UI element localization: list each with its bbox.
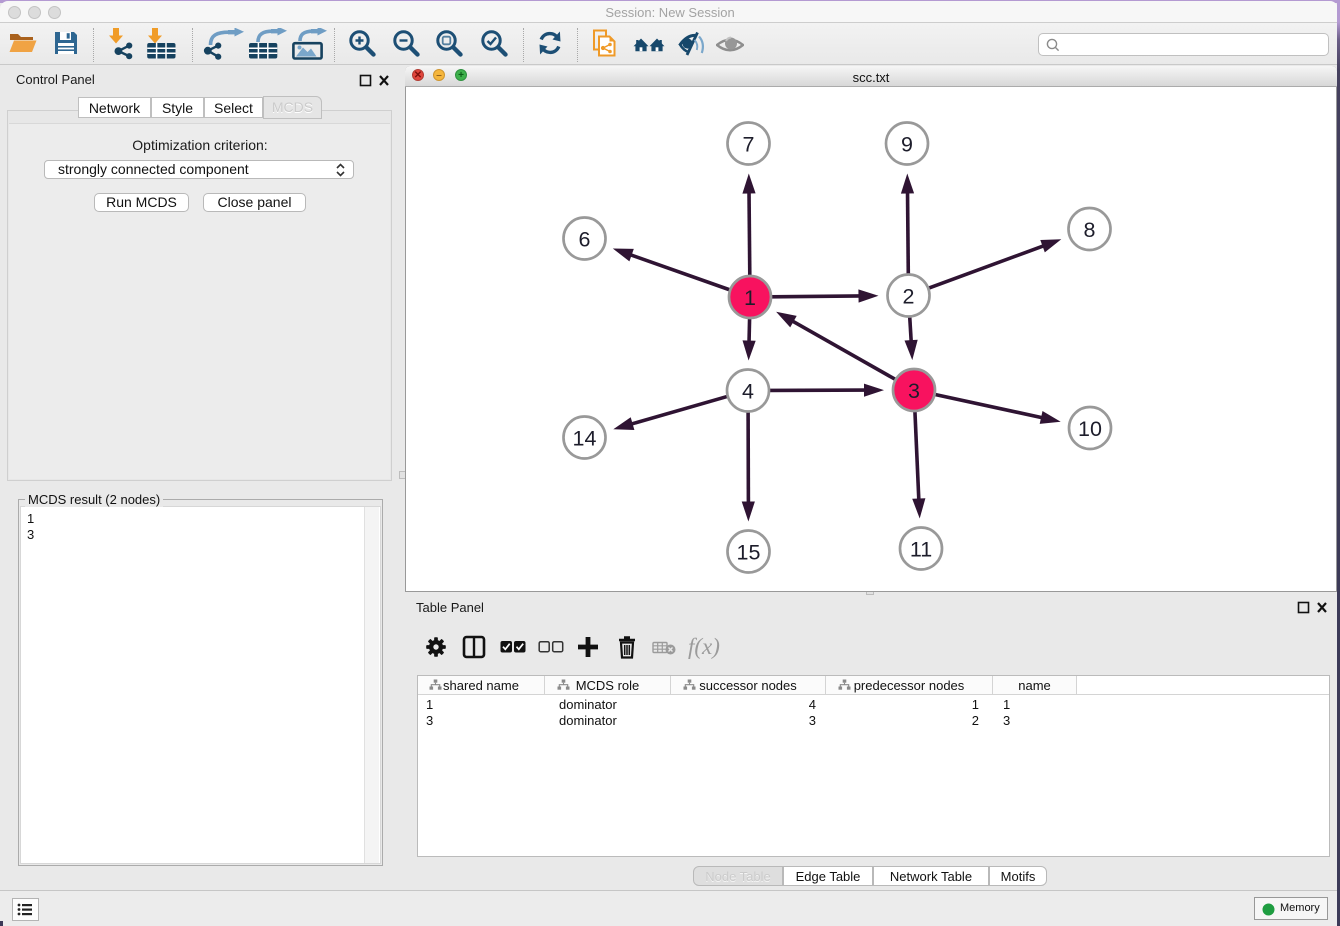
svg-text:10: 10 [1078, 417, 1102, 441]
svg-text:1: 1 [744, 286, 756, 310]
svg-text:14: 14 [573, 427, 597, 451]
svg-text:6: 6 [579, 228, 591, 252]
svg-text:9: 9 [901, 133, 913, 157]
svg-text:2: 2 [903, 285, 915, 309]
svg-text:7: 7 [743, 133, 755, 157]
svg-text:8: 8 [1084, 218, 1096, 242]
svg-text:4: 4 [742, 380, 754, 404]
svg-text:15: 15 [737, 541, 761, 565]
svg-text:3: 3 [908, 379, 920, 403]
svg-text:11: 11 [910, 538, 932, 562]
